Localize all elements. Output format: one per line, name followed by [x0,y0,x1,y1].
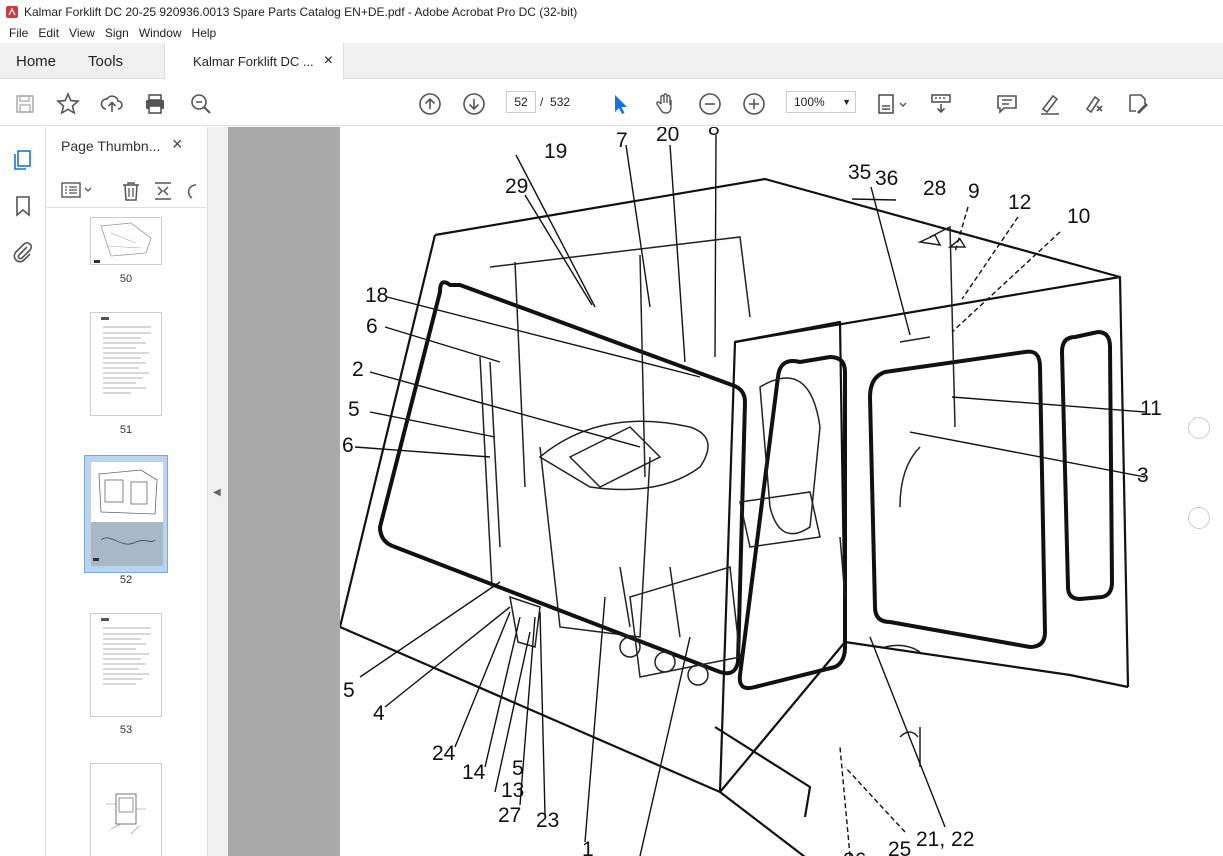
page-total: / 532 [540,95,571,109]
thumbnails-panel: Page Thumbn... × 50 51 52 53 ▲ ▼ [46,127,244,856]
callout-label: 35 [848,161,871,184]
callout-label: 27 [498,804,521,827]
callout-label: 9 [968,180,980,203]
pdf-page: 19 7 20 8 29 35 36 28 9 12 10 18 6 2 5 6 11 3 5 4 24 14 5 27 13 2… [338,127,1223,856]
callout-label: 5 [343,679,355,702]
highlight-pen-icon[interactable] [1038,92,1062,116]
acrobat-icon [6,5,18,18]
thumbnail-label: 53 [119,724,133,736]
save-icon[interactable] [13,92,37,116]
thumbnail-page-51[interactable] [90,312,162,416]
menu-bar: File Edit View Sign Window Help [0,23,1223,43]
tab-document-label: Kalmar Forklift DC ... [193,53,314,69]
callout-label: 8 [708,127,720,140]
tab-tools[interactable]: Tools [72,43,139,79]
callout-label: 7 [616,129,628,152]
callout-label: 2 [352,358,364,381]
document-viewer[interactable]: 19 7 20 8 29 35 36 28 9 12 10 18 6 2 5 6 11 3 5 4 24 14 5 27 13 2… [228,127,1223,856]
callout-label: 11 [1140,397,1162,420]
callout-label: 18 [365,284,388,307]
thumbnail-page-50[interactable] [90,217,162,265]
zoom-search-icon[interactable] [189,92,213,116]
delete-page-icon[interactable] [120,180,142,205]
menu-sign[interactable]: Sign [100,26,134,40]
tab-home[interactable]: Home [0,43,72,79]
callout-label: 6 [366,315,378,338]
title-bar: Kalmar Forklift DC 20-25 920936.0013 Spa… [0,0,1223,23]
callout-label: 5 [348,398,360,421]
panel-close-icon[interactable]: × [172,134,183,155]
tab-close-icon[interactable]: × [324,52,333,70]
callout-label: 10 [1067,205,1090,228]
collapse-arrow-icon[interactable]: ◀ [213,487,221,498]
panel-toolbar [46,172,206,208]
select-cursor-icon[interactable] [608,92,632,116]
extract-pages-icon[interactable] [152,180,174,205]
page-thumbnails-icon[interactable] [10,147,36,173]
thumbnail-list: 50 51 52 53 [46,217,192,856]
callout-label: 23 [536,809,559,832]
panel-collapse-bar[interactable]: ◀ [208,127,228,856]
upload-cloud-icon[interactable] [100,92,124,116]
callout-label: 36 [875,167,898,190]
sign-pen-icon[interactable] [1082,92,1106,116]
tab-bar: Home Tools Kalmar Forklift DC ... × [0,43,1223,79]
page-number-input[interactable]: 52 [506,91,536,113]
callout-label: 21, 22 [916,828,974,851]
callout-label: 29 [505,175,528,198]
thumbnail-label: 52 [119,574,133,586]
toolbar [0,80,1223,126]
panel-title: Page Thumbn... [61,138,161,154]
thumbnail-page-52[interactable] [90,461,163,566]
zoom-out-icon[interactable] [698,92,722,116]
chevron-down-icon: ▼ [842,97,851,107]
callout-label: 20 [656,127,679,146]
callout-label: 24 [432,742,456,765]
callout-label: 28 [923,177,946,200]
callout-label: 6 [342,434,354,457]
page-edge-mark [1188,417,1210,439]
edit-text-icon[interactable] [1126,92,1150,116]
zoom-in-icon[interactable] [742,92,766,116]
callout-label: 25 [888,838,911,856]
callout-label: 3 [1137,464,1149,487]
page-fit-icon[interactable] [876,92,910,116]
comment-icon[interactable] [995,92,1019,116]
rotate-page-icon[interactable] [184,180,200,205]
callout-label: 14 [462,761,486,784]
menu-window[interactable]: Window [134,26,187,40]
zoom-select[interactable]: 100% ▼ [786,91,856,113]
tab-document[interactable]: Kalmar Forklift DC ... × [164,43,345,79]
thumbnail-page-53[interactable] [90,613,162,717]
menu-help[interactable]: Help [187,26,222,40]
menu-edit[interactable]: Edit [33,26,64,40]
window-title: Kalmar Forklift DC 20-25 920936.0013 Spa… [24,4,578,19]
thumbnail-label: 51 [119,424,133,436]
bookmarks-icon[interactable] [10,193,36,219]
menu-view[interactable]: View [64,26,100,40]
callout-label: 5 [512,757,524,780]
thumbnail-page-54[interactable] [90,763,162,856]
next-page-icon[interactable] [462,92,486,116]
thumbnail-options-icon[interactable] [60,180,94,203]
attachments-icon[interactable] [10,239,36,265]
menu-file[interactable]: File [4,26,33,40]
callout-label: 1 [582,838,594,856]
scroll-mode-icon[interactable] [929,92,953,116]
hand-tool-icon[interactable] [653,92,677,116]
left-rail [0,127,46,856]
callout-label: 13 [501,779,524,802]
bookmark-star-icon[interactable] [56,92,80,116]
callout-label: 19 [544,140,567,163]
callout-label: 12 [1008,191,1031,214]
thumbnail-label: 50 [119,273,133,285]
callout-label: 4 [373,702,385,725]
previous-page-icon[interactable] [418,92,442,116]
print-icon[interactable] [143,92,167,116]
page-edge-mark [1188,507,1210,529]
cab-exploded-diagram: 19 7 20 82935 36 28 9 1210186256113542414 527132… [338,127,1162,856]
callout-label: 26 [843,849,866,856]
